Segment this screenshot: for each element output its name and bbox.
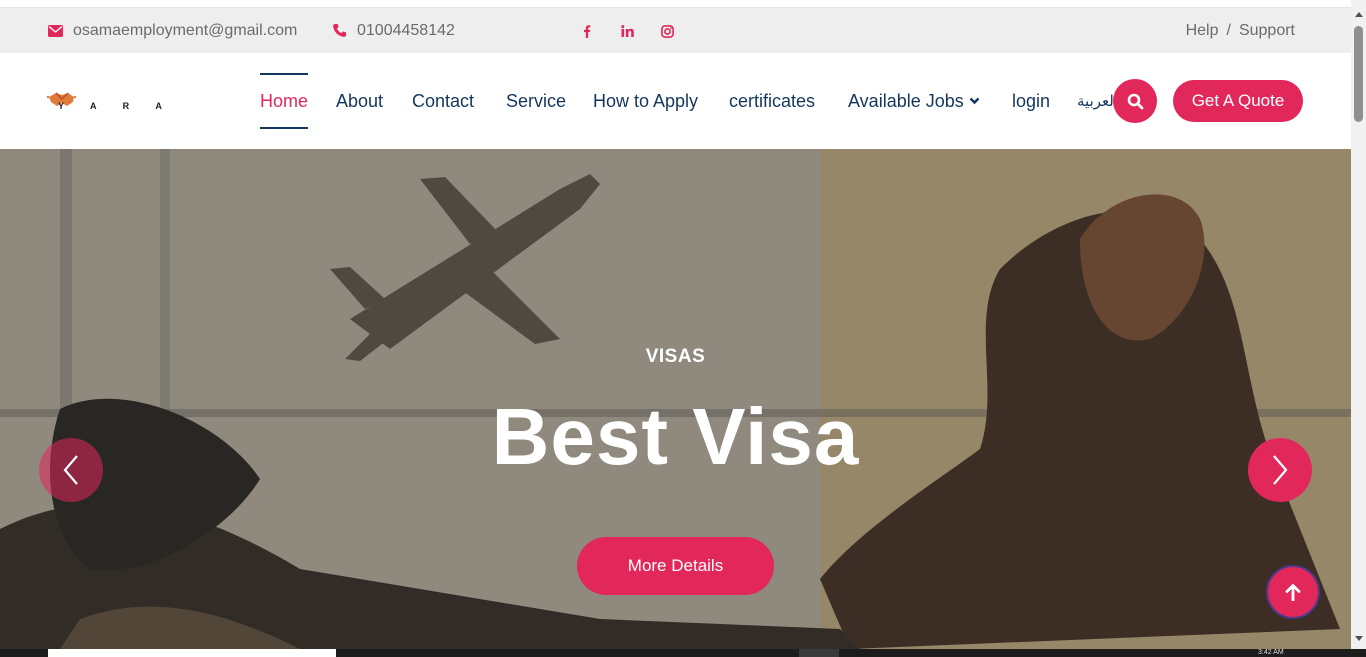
nav-how-to-apply[interactable]: How to Apply [593, 73, 698, 129]
more-details-button[interactable]: More Details [577, 537, 774, 595]
top-info-bar: osamaemployment@gmail.com 01004458142 He… [0, 8, 1351, 53]
os-taskbar: 3:42 AM [0, 649, 1366, 657]
envelope-icon [48, 24, 63, 37]
taskbar-app-button[interactable] [799, 649, 839, 657]
nav-login[interactable]: login [1012, 73, 1050, 129]
phone-text: 01004458142 [357, 21, 455, 39]
nav-available-jobs-label: Available Jobs [848, 90, 964, 111]
chevron-down-icon [969, 97, 980, 105]
support-link[interactable]: Support [1239, 22, 1295, 40]
chevron-right-icon [1273, 455, 1288, 485]
facebook-icon [583, 24, 591, 38]
browser-top-strip [0, 0, 1351, 8]
hero-slider: VISAS Best Visa More Details [0, 149, 1351, 649]
nav-home[interactable]: Home [260, 73, 309, 129]
logo-wordmark: Y A R A [58, 101, 174, 111]
nav-service[interactable]: Service [506, 73, 566, 129]
email-contact[interactable]: osamaemployment@gmail.com [48, 8, 297, 53]
linkedin-link[interactable] [613, 17, 641, 45]
slider-next-button[interactable] [1248, 438, 1312, 502]
instagram-icon [660, 24, 674, 38]
phone-icon [333, 23, 347, 37]
help-separator: / [1226, 21, 1231, 39]
nav-certificates[interactable]: certificates [729, 73, 815, 129]
hero-title: Best Visa [491, 392, 860, 481]
scroll-up-arrow-icon[interactable] [1355, 12, 1363, 17]
slider-prev-button[interactable] [39, 438, 103, 502]
nav-contact[interactable]: Contact [412, 73, 474, 129]
main-navbar: Y A R A Home About Contact Service How t… [0, 53, 1351, 149]
help-support-links: Help / Support [1186, 8, 1295, 53]
arrow-up-icon [1285, 584, 1301, 601]
phone-contact[interactable]: 01004458142 [332, 8, 455, 53]
taskbar-clock: 3:42 AM [1258, 649, 1284, 656]
nav-arabic[interactable]: العربية [1077, 73, 1113, 129]
help-link[interactable]: Help [1186, 22, 1219, 40]
instagram-link[interactable] [653, 17, 681, 45]
scroll-down-arrow-icon[interactable] [1355, 636, 1363, 641]
email-text: osamaemployment@gmail.com [73, 21, 298, 39]
taskbar-window-preview[interactable] [48, 649, 336, 657]
page-scrollbar[interactable] [1351, 0, 1366, 649]
chevron-left-icon [63, 455, 78, 485]
facebook-link[interactable] [573, 17, 601, 45]
scroll-thumb[interactable] [1354, 26, 1363, 122]
get-quote-button[interactable]: Get A Quote [1173, 80, 1303, 122]
nav-available-jobs[interactable]: Available Jobs [848, 73, 980, 129]
hero-subtitle: VISAS [645, 346, 706, 367]
search-button[interactable] [1113, 79, 1157, 123]
nav-about[interactable]: About [336, 73, 383, 129]
back-to-top-button[interactable] [1266, 565, 1320, 619]
linkedin-icon [620, 25, 634, 37]
search-icon [1127, 93, 1143, 109]
